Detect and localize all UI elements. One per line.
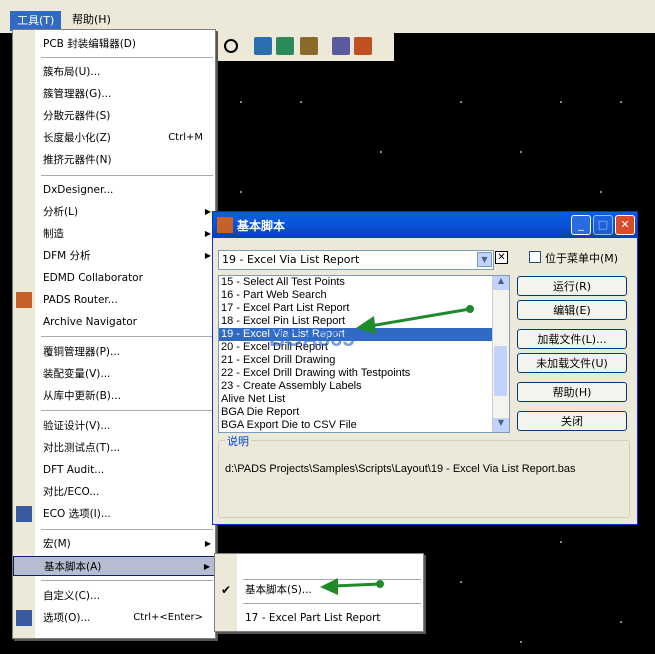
brush-icon[interactable] [300,37,318,55]
menu-item-options[interactable]: 选项(O)... Ctrl+<Enter> [13,608,215,628]
menu-item-cluster-place[interactable]: 簇布局(U)... [13,62,215,82]
in-menu-label: 位于菜单中(M) [545,252,619,265]
script-combo[interactable]: 19 - Excel Via List Report ▼ [218,250,494,270]
list-item[interactable]: 23 - Create Assembly Labels [219,380,509,393]
description-label: 说明 [225,433,251,449]
description-group: 说明 d:\PADS Projects\Samples\Scripts\Layo… [218,433,630,518]
menu-item-compare-eco[interactable]: 对比/ECO... [13,482,215,502]
menu-item-push-parts[interactable]: 推挤元器件(N) [13,150,215,170]
pads-icon[interactable] [354,37,372,55]
menu-item-verify-design[interactable]: 验证设计(V)... [13,416,215,436]
menu-item-edmd[interactable]: EDMD Collaborator [13,268,215,288]
maximize-button[interactable]: □ [593,215,613,235]
options-icon [16,610,32,626]
run-button[interactable]: 运行(R) [517,276,627,296]
menu-item-pcb-decal-editor[interactable]: PCB 封装编辑器(D) [13,34,215,54]
submenu-arrow-icon: ▶ [204,251,211,260]
in-menu-checkbox[interactable] [529,251,541,263]
route-icon[interactable] [276,37,294,55]
menu-item-length-minimize[interactable]: 长度最小化(Z) Ctrl+M [13,128,215,148]
chevron-down-icon[interactable]: ▼ [477,252,492,267]
pads-icon [217,217,233,233]
basic-scripts-submenu: ✔ 基本脚本(S)... 17 - Excel Part List Report [214,553,424,632]
unload-file-button[interactable]: 未加载文件(U) [517,353,627,373]
submenu-arrow-icon: ▶ [204,207,211,216]
submenu-item-recent-script[interactable]: 17 - Excel Part List Report [215,608,423,628]
zoom-icon[interactable] [224,39,238,53]
menu-item-macro[interactable]: 宏(M) ▶ [13,534,215,554]
close-button[interactable]: ✕ [615,215,635,235]
menu-item-archive-navigator[interactable]: Archive Navigator [13,312,215,332]
list-item[interactable]: Alive Net List [219,393,509,406]
list-item[interactable]: 18 - Excel Pin List Report [219,315,509,328]
scroll-down-icon[interactable]: ▼ [493,418,509,432]
basic-scripts-dialog: 基本脚本 _ □ ✕ 19 - Excel Via List Report ▼ … [212,211,638,525]
submenu-item-script-editor[interactable] [215,556,423,576]
toolbar [214,33,394,62]
load-file-button[interactable]: 加载文件(L)... [517,329,627,349]
help-button[interactable]: 帮助(H) [517,382,627,402]
menu-item-customize[interactable]: 自定义(C)... [13,586,215,606]
menu-item-dft-audit[interactable]: DFT Audit... [13,460,215,480]
menu-item-compare-testpoints[interactable]: 对比测试点(T)... [13,438,215,458]
minimize-button[interactable]: _ [571,215,591,235]
close-dialog-button[interactable]: 关闭 [517,411,627,431]
list-item[interactable]: BGA Die Report [219,406,509,419]
image-icon[interactable] [332,37,350,55]
submenu-arrow-icon: ▶ [204,229,211,238]
menu-item-cluster-manager[interactable]: 簇管理器(G)... [13,84,215,104]
submenu-item-basic-scripts[interactable]: ✔ 基本脚本(S)... [215,580,423,600]
find-icon[interactable] [254,37,272,55]
tools-menu: PCB 封装编辑器(D) 簇布局(U)... 簇管理器(G)... 分散元器件(… [12,29,216,639]
description-text: d:\PADS Projects\Samples\Scripts\Layout\… [225,463,576,475]
menu-item-assembly-variants[interactable]: 装配变量(V)... [13,364,215,384]
list-item[interactable]: 15 - Select All Test Points [219,276,509,289]
scroll-thumb[interactable] [494,346,507,396]
menu-item-pour-manager[interactable]: 覆铜管理器(P)... [13,342,215,362]
menu-item-dxdesigner[interactable]: DxDesigner... [13,180,215,200]
list-item-selected[interactable]: 19 - Excel Via List Report [219,328,509,341]
list-item[interactable]: 20 - Excel Drill Report [219,341,509,354]
submenu-arrow-icon: ▶ [203,562,210,571]
menu-item-dfm[interactable]: DFM 分析 ▶ [13,246,215,266]
dialog-titlebar[interactable]: 基本脚本 _ □ ✕ [213,212,637,238]
list-item[interactable]: 22 - Excel Drill Drawing with Testpoints [219,367,509,380]
scrollbar[interactable]: ▲ ▼ [492,276,509,432]
dialog-title: 基本脚本 [237,219,286,233]
watermark: BGA365 [269,326,355,351]
edit-button[interactable]: 编辑(E) [517,300,627,320]
list-item[interactable]: BGA Export Die to CSV File [219,419,509,432]
scroll-up-icon[interactable]: ▲ [493,276,509,290]
menu-item-eco-options[interactable]: ECO 选项(I)... [13,504,215,524]
menu-item-pads-router[interactable]: PADS Router... [13,290,215,310]
menu-item-update-from-library[interactable]: 从库中更新(B)... [13,386,215,406]
pads-icon [16,292,32,308]
eco-options-icon [16,506,32,522]
menu-tools[interactable]: 工具(T) [10,11,62,31]
list-item[interactable]: 16 - Part Web Search [219,289,509,302]
menu-help[interactable]: 帮助(H) [66,11,117,29]
script-list[interactable]: 15 - Select All Test Points 16 - Part We… [218,275,510,433]
menu-item-basic-scripts[interactable]: 基本脚本(A) ▶ [13,556,215,576]
list-item[interactable]: 17 - Excel Part List Report [219,302,509,315]
submenu-arrow-icon: ▶ [204,539,211,548]
list-item[interactable]: 21 - Excel Drill Drawing [219,354,509,367]
clear-icon[interactable]: ✕ [495,251,508,264]
checkmark-icon: ✔ [221,583,232,597]
menu-item-disperse[interactable]: 分散元器件(S) [13,106,215,126]
menu-item-analysis[interactable]: 分析(L) ▶ [13,202,215,222]
menu-item-fabrication[interactable]: 制造 ▶ [13,224,215,244]
